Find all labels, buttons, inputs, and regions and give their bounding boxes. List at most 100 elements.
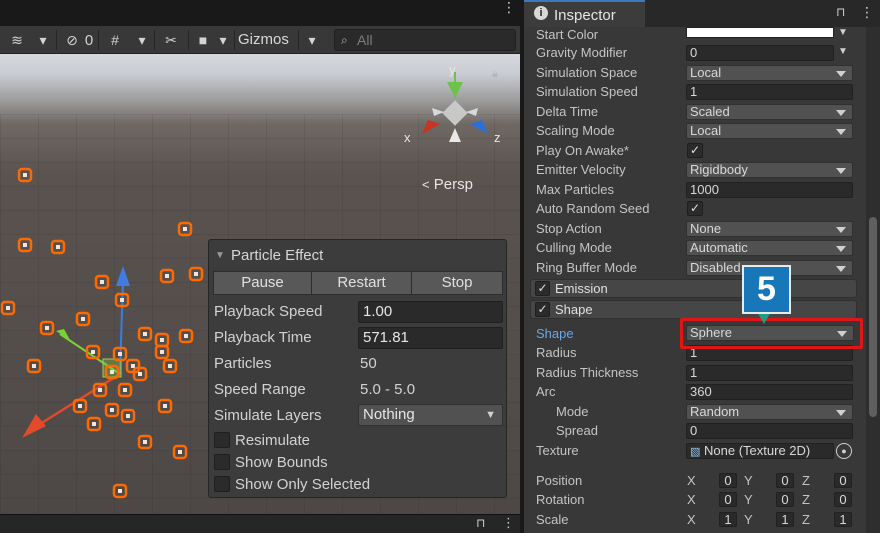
mode-dropdown[interactable]: Random — [686, 404, 853, 420]
spread-field[interactable]: 0 — [686, 423, 853, 439]
chevron-down-icon[interactable]: ▼ — [838, 46, 848, 57]
rotation-x-axis-label[interactable]: X — [687, 492, 696, 507]
position-x-field[interactable]: 0 — [719, 473, 737, 488]
particle-system — [0, 167, 204, 499]
tools-icon[interactable]: ✂ — [158, 29, 184, 51]
scrollbar-thumb[interactable] — [869, 217, 877, 417]
chevron-down-icon[interactable]: ▾ — [32, 29, 54, 51]
orientation-gizmo[interactable] — [422, 72, 488, 142]
emission-enabled-checkbox[interactable]: ✓ — [535, 281, 550, 296]
stop-action-dropdown[interactable]: None — [686, 221, 853, 237]
ring-buffer-mode-label: Ring Buffer Mode — [536, 260, 637, 275]
checkmark-icon: ✓ — [689, 201, 701, 215]
simulation-speed-field[interactable]: 1 — [686, 84, 853, 100]
persp-text: Persp — [433, 176, 473, 193]
chevron-down-icon[interactable]: ▾ — [214, 29, 232, 51]
scale-x-field[interactable]: 1 — [719, 512, 737, 527]
rotation-y-axis-label[interactable]: Y — [744, 492, 753, 507]
position-z-axis-label[interactable]: Z — [802, 473, 810, 488]
stop-button[interactable]: Stop — [411, 271, 503, 295]
rotation-y-field[interactable]: 0 — [776, 492, 794, 507]
particle-core — [110, 408, 114, 412]
simulate-layers-dropdown[interactable]: Nothing ▼ — [358, 404, 503, 426]
show-only-selected-checkbox[interactable] — [214, 476, 230, 492]
layers-icon[interactable]: ≋ — [4, 29, 30, 51]
rotation-x-field[interactable]: 0 — [719, 492, 737, 507]
auto-random-seed-checkbox[interactable]: ✓ — [687, 201, 703, 216]
lock-icon[interactable]: ⊓ — [476, 516, 485, 530]
scale-z-axis-label[interactable]: Z — [802, 512, 810, 527]
chevron-down-icon[interactable]: ▾ — [302, 29, 322, 51]
particle-core — [126, 414, 130, 418]
persp-label[interactable]: < Persp — [422, 176, 473, 193]
playback-speed-field[interactable]: 1.00 — [358, 301, 503, 323]
gizmo-axis-x: x — [404, 130, 411, 145]
lock-icon[interactable]: 🔒︎ — [492, 68, 498, 81]
particle-core — [45, 326, 49, 330]
scene-search-input[interactable]: ⌕ All — [334, 29, 516, 51]
scale-x-axis-label[interactable]: X — [687, 512, 696, 527]
collapse-triangle-icon[interactable]: ▼ — [215, 250, 225, 261]
scale-label: Scale — [536, 512, 569, 527]
inspector-scrollbar[interactable] — [866, 27, 880, 533]
scale-y-axis-label[interactable]: Y — [744, 512, 753, 527]
delta-time-dropdown[interactable]: Scaled — [686, 104, 853, 120]
particles-value: 50 — [360, 355, 377, 372]
toolbar-divider — [188, 30, 189, 50]
position-label: Position — [536, 473, 583, 488]
chevron-down-icon[interactable]: ▾ — [132, 29, 152, 51]
particle-core — [178, 450, 182, 454]
shape-label: Shape — [536, 326, 574, 341]
shape-module-header[interactable]: ✓ Shape — [530, 300, 857, 319]
show-bounds-checkbox[interactable] — [214, 454, 230, 470]
particle-core — [143, 332, 147, 336]
grid-snap-icon[interactable]: # — [102, 29, 128, 51]
toolbar-divider — [298, 30, 299, 50]
more-options-icon[interactable]: ⋮ — [502, 515, 515, 531]
emission-module-label: Emission — [555, 281, 608, 296]
particle-core — [160, 338, 164, 342]
scaling-mode-dropdown[interactable]: Local — [686, 123, 853, 139]
lock-icon[interactable]: ⊓ — [836, 5, 845, 19]
more-options-icon[interactable]: ⋮ — [860, 4, 874, 21]
start-color-swatch[interactable] — [686, 27, 834, 38]
more-options-icon[interactable]: ⋮ — [502, 0, 516, 14]
toolbar-divider — [56, 30, 57, 50]
particles-label: Particles — [214, 355, 272, 372]
texture-object-field[interactable]: ▧ None (Texture 2D) — [686, 443, 834, 459]
visibility-off-icon[interactable]: ⊘ — [60, 29, 84, 51]
gravity-modifier-field[interactable]: 0 — [686, 45, 834, 61]
rotation-z-field[interactable]: 0 — [834, 492, 852, 507]
particle-core — [120, 298, 124, 302]
emitter-velocity-dropdown[interactable]: Rigidbody — [686, 162, 853, 178]
emission-module-header[interactable]: ✓ Emission — [530, 279, 857, 298]
chevron-down-icon[interactable]: ▼ — [838, 27, 848, 38]
particle-core — [98, 388, 102, 392]
speed-range-label: Speed Range — [214, 381, 306, 398]
playback-time-field[interactable]: 571.81 — [358, 327, 503, 349]
rotation-z-axis-label[interactable]: Z — [802, 492, 810, 507]
play-on-awake-checkbox[interactable]: ✓ — [687, 143, 703, 158]
restart-button[interactable]: Restart — [311, 271, 412, 295]
particle-core — [143, 440, 147, 444]
tab-inspector[interactable]: i Inspector — [524, 0, 645, 27]
object-picker-icon[interactable]: ● — [836, 443, 852, 459]
position-y-axis-label[interactable]: Y — [744, 473, 753, 488]
simulation-space-dropdown[interactable]: Local — [686, 65, 853, 81]
camera-icon[interactable]: ■ — [192, 29, 214, 51]
shape-enabled-checkbox[interactable]: ✓ — [535, 302, 550, 317]
position-x-axis-label[interactable]: X — [687, 473, 696, 488]
scale-z-field[interactable]: 1 — [834, 512, 852, 527]
max-particles-field[interactable]: 1000 — [686, 182, 853, 198]
position-z-field[interactable]: 0 — [834, 473, 852, 488]
culling-mode-dropdown[interactable]: Automatic — [686, 240, 853, 256]
radius-thickness-field[interactable]: 1 — [686, 365, 853, 381]
position-y-field[interactable]: 0 — [776, 473, 794, 488]
scale-y-field[interactable]: 1 — [776, 512, 794, 527]
particle-core — [138, 372, 142, 376]
gizmos-button[interactable]: Gizmos — [238, 29, 289, 51]
pause-button[interactable]: Pause — [213, 271, 312, 295]
particle-core — [56, 245, 60, 249]
resimulate-checkbox[interactable] — [214, 432, 230, 448]
arc-field[interactable]: 360 — [686, 384, 853, 400]
